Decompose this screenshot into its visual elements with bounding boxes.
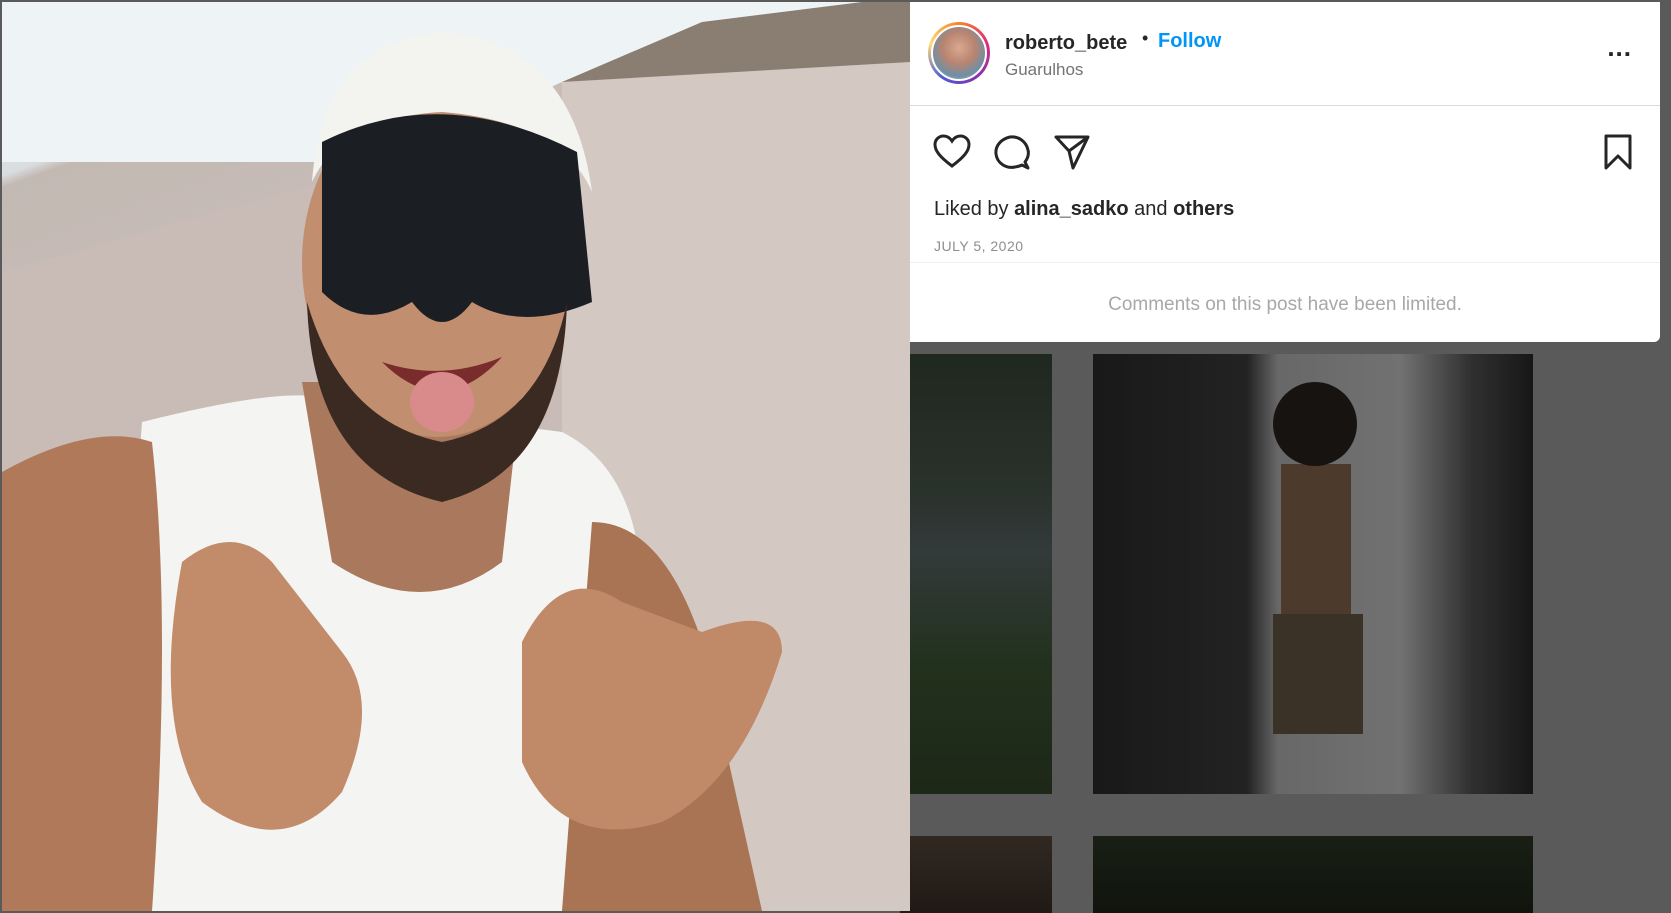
divider xyxy=(910,262,1660,263)
photo-illustration xyxy=(2,2,910,911)
liked-others-link[interactable]: others xyxy=(1173,198,1234,220)
paper-plane-icon[interactable] xyxy=(1052,132,1092,172)
post-photo[interactable] xyxy=(2,2,910,911)
avatar-image xyxy=(931,25,987,81)
likes-summary: Liked by alina_sadko and others xyxy=(934,198,1234,221)
post-details-panel: roberto_bete • Follow Guarulhos ... Like… xyxy=(910,2,1660,342)
follow-button[interactable]: Follow xyxy=(1158,30,1221,53)
liked-user-link[interactable]: alina_sadko xyxy=(1014,198,1129,220)
liked-prefix: Liked by xyxy=(934,198,1009,220)
liked-and: and xyxy=(1134,198,1168,220)
separator-dot: • xyxy=(1142,28,1149,48)
post-header: roberto_bete • Follow Guarulhos ... xyxy=(910,2,1660,106)
heart-icon[interactable] xyxy=(932,132,972,172)
username-link[interactable]: roberto_bete xyxy=(1005,32,1127,55)
location-link[interactable]: Guarulhos xyxy=(1005,60,1083,80)
post-modal: roberto_bete • Follow Guarulhos ... Like… xyxy=(0,0,1661,913)
post-date[interactable]: JULY 5, 2020 xyxy=(934,238,1024,254)
avatar[interactable] xyxy=(928,22,990,84)
more-options-icon[interactable]: ... xyxy=(1607,32,1632,63)
comment-bubble-icon[interactable] xyxy=(992,132,1032,172)
action-bar xyxy=(910,132,1660,176)
instagram-post-view: roberto_bete • Follow Guarulhos ... Like… xyxy=(0,0,1671,913)
bookmark-icon[interactable] xyxy=(1598,132,1638,172)
comments-limited-notice: Comments on this post have been limited. xyxy=(1108,294,1462,315)
